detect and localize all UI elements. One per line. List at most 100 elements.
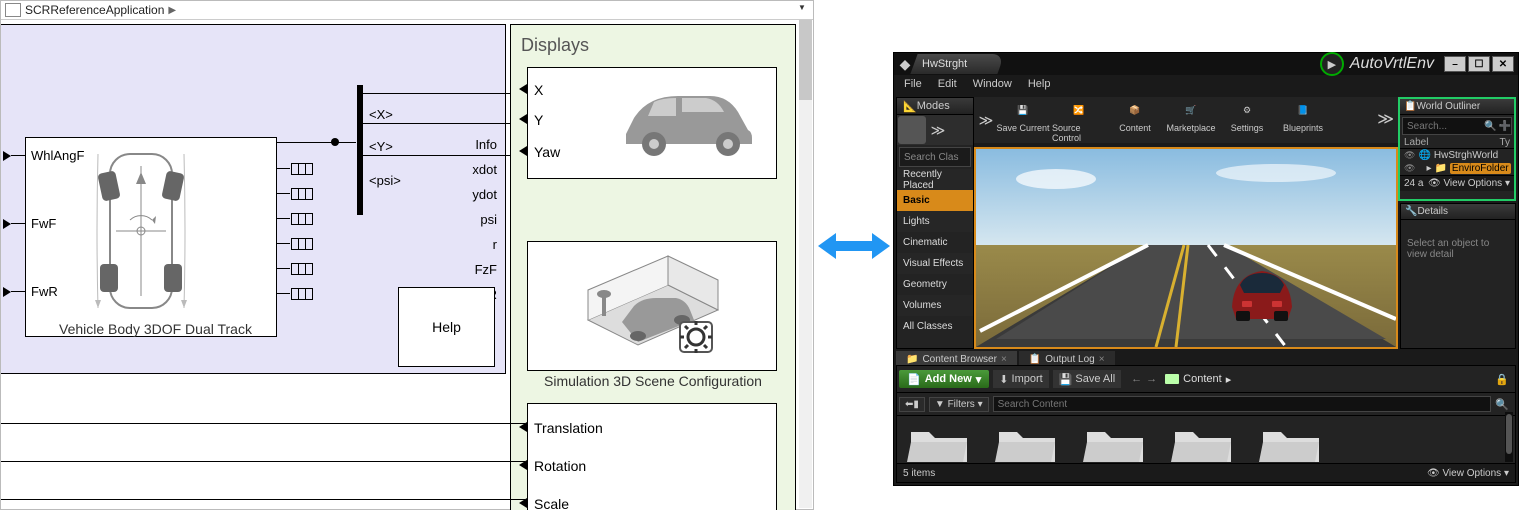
close-button[interactable]: ✕ <box>1492 56 1514 72</box>
asset-folder[interactable] <box>995 422 1059 466</box>
vertical-scrollbar[interactable] <box>799 20 812 508</box>
filters-button[interactable]: ▼ Filters ▾ <box>929 397 989 412</box>
world-icon: 🌐 <box>1418 150 1430 161</box>
visibility-icon[interactable]: 👁 <box>1404 150 1415 161</box>
tab-close-icon[interactable]: × <box>1099 354 1105 365</box>
terminator-block[interactable] <box>291 238 313 250</box>
category-recently-placed[interactable]: Recently Placed <box>897 169 973 190</box>
maximize-button[interactable]: ☐ <box>1468 56 1490 72</box>
signal-line <box>363 123 525 124</box>
expand-icon[interactable]: ▸ <box>1426 163 1431 174</box>
mode-overflow-icon[interactable]: ≫ <box>927 122 949 139</box>
content-search-placeholder: Search Content <box>998 399 1068 410</box>
terminator-block[interactable] <box>291 213 313 225</box>
asset-folder[interactable] <box>1083 422 1147 466</box>
scrollbar-thumb[interactable] <box>1506 414 1512 454</box>
vehicle-dynamics-subsystem[interactable]: WhlAngF FwF FwR Info xdot ydot psi r FzF… <box>1 24 506 374</box>
xy-yaw-display-block[interactable]: X Y Yaw <box>527 67 777 179</box>
display-port-label: Yaw <box>534 144 560 160</box>
modes-search-placeholder: Search Clas <box>904 152 958 163</box>
help-block[interactable]: Help <box>398 287 495 367</box>
outliner-row[interactable]: 👁 🌐 HwStrghWorld <box>1400 149 1514 162</box>
asset-folder[interactable] <box>1171 422 1235 466</box>
toolbar-source-control[interactable]: 🔀Source Control <box>1052 97 1106 143</box>
world-outliner-header[interactable]: 📋 World Outliner <box>1400 99 1514 115</box>
scrollbar-thumb[interactable] <box>799 20 812 100</box>
bus-signal-label: <psi> <box>369 173 401 188</box>
minimize-button[interactable]: – <box>1444 56 1466 72</box>
category-all-classes[interactable]: All Classes <box>897 316 973 337</box>
level-tab-label: HwStrght <box>922 58 967 70</box>
displays-area[interactable]: Displays X Y Yaw <box>510 24 796 510</box>
import-button[interactable]: ⬇ Import <box>993 370 1048 388</box>
details-header[interactable]: 🔧 Details <box>1401 204 1515 220</box>
chevron-right-icon: ▶ <box>168 5 176 16</box>
category-basic[interactable]: Basic <box>897 190 973 211</box>
add-new-button[interactable]: 📄 Add New ▾ <box>899 370 989 388</box>
lock-icon[interactable]: 🔒 <box>1495 373 1509 386</box>
toolbar-marketplace[interactable]: 🛒Marketplace <box>1164 97 1218 143</box>
vehicle-body-block[interactable] <box>25 137 277 337</box>
breadcrumb-dropdown-icon[interactable]: ▼ <box>795 3 809 15</box>
menu-window[interactable]: Window <box>973 78 1012 90</box>
bus-selector-block[interactable] <box>357 85 363 215</box>
terminator-block[interactable] <box>291 163 313 175</box>
project-title: AutoVrtlEnv <box>1350 55 1434 73</box>
toolbar-overflow-left-icon[interactable]: ≫ <box>978 112 994 129</box>
modes-search-input[interactable]: Search Clas <box>899 147 971 167</box>
menu-help[interactable]: Help <box>1028 78 1051 90</box>
save-all-button[interactable]: 💾 Save All <box>1053 370 1121 388</box>
modes-panel-header[interactable]: 📐 Modes <box>897 98 973 115</box>
terminator-block[interactable] <box>291 288 313 300</box>
path-label: Content <box>1183 373 1222 385</box>
asset-folder[interactable] <box>907 422 971 466</box>
scene-config-block[interactable] <box>527 241 777 371</box>
toolbar-overflow-right-icon[interactable]: ≫ <box>1377 109 1394 129</box>
category-visual-effects[interactable]: Visual Effects <box>897 253 973 274</box>
simulink-canvas[interactable]: WhlAngF FwF FwR Info xdot ydot psi r FzF… <box>1 20 813 509</box>
category-geometry[interactable]: Geometry <box>897 274 973 295</box>
outliner-col-type[interactable]: Ty <box>1499 137 1510 148</box>
level-tab[interactable]: HwStrght <box>910 54 1005 74</box>
place-mode-icon[interactable] <box>898 116 926 144</box>
transform-port-label: Translation <box>534 420 603 436</box>
breadcrumb[interactable]: SCRReferenceApplication ▶ ▼ <box>1 1 813 20</box>
toolbar-save-current[interactable]: 💾Save Current <box>996 97 1050 143</box>
category-cinematic[interactable]: Cinematic <box>897 232 973 253</box>
level-viewport[interactable] <box>974 147 1398 349</box>
outliner-row[interactable]: 👁 ▸ 📁 EnviroFolder <box>1400 162 1514 175</box>
outliner-count: 24 a <box>1404 178 1423 189</box>
tab-close-icon[interactable]: × <box>1001 354 1007 365</box>
toolbar-label: Content <box>1119 123 1151 133</box>
category-volumes[interactable]: Volumes <box>897 295 973 316</box>
outliner-search-input[interactable]: Search... 🔍 ➕ <box>1402 117 1512 135</box>
asset-folder[interactable] <box>1259 422 1323 466</box>
category-lights[interactable]: Lights <box>897 211 973 232</box>
terminator-block[interactable] <box>291 188 313 200</box>
menu-edit[interactable]: Edit <box>938 78 957 90</box>
source-control-status-icon[interactable]: ▶ <box>1320 52 1344 76</box>
menu-file[interactable]: File <box>904 78 922 90</box>
signal-line <box>1 461 525 462</box>
outliner-view-options[interactable]: 👁 View Options ▾ <box>1428 178 1510 189</box>
visibility-icon[interactable]: 👁 <box>1404 163 1415 174</box>
toolbar-blueprints[interactable]: 📘Blueprints <box>1276 97 1330 143</box>
sources-toggle-icon[interactable]: ⬅▮ <box>899 397 925 412</box>
cb-view-options[interactable]: 👁 View Options ▾ <box>1427 468 1509 479</box>
toolbar-content[interactable]: 📦Content <box>1108 97 1162 143</box>
block-title: Vehicle Body 3DOF Dual Track <box>59 321 252 337</box>
nav-fwd-icon[interactable]: → <box>1146 373 1157 385</box>
toolbar-icon: 🛒 <box>1177 97 1205 123</box>
asset-scrollbar[interactable] <box>1505 412 1513 462</box>
outliner-col-label[interactable]: Label <box>1404 137 1499 148</box>
terminator-block[interactable] <box>291 263 313 275</box>
signal-line <box>276 268 290 269</box>
add-filter-icon[interactable]: ➕ <box>1499 121 1511 132</box>
toolbar-settings[interactable]: ⚙Settings <box>1220 97 1274 143</box>
path-bar[interactable]: Content ▸ <box>1165 373 1231 386</box>
content-browser-footer: 5 items 👁 View Options ▾ <box>897 463 1515 482</box>
nav-back-icon[interactable]: ← <box>1131 373 1142 385</box>
content-search-input[interactable]: Search Content <box>993 396 1492 412</box>
transform-block[interactable]: Translation Rotation Scale <box>527 403 777 510</box>
title-bar[interactable]: ◆ HwStrght ▶ AutoVrtlEnv – ☐ ✕ <box>894 53 1518 75</box>
